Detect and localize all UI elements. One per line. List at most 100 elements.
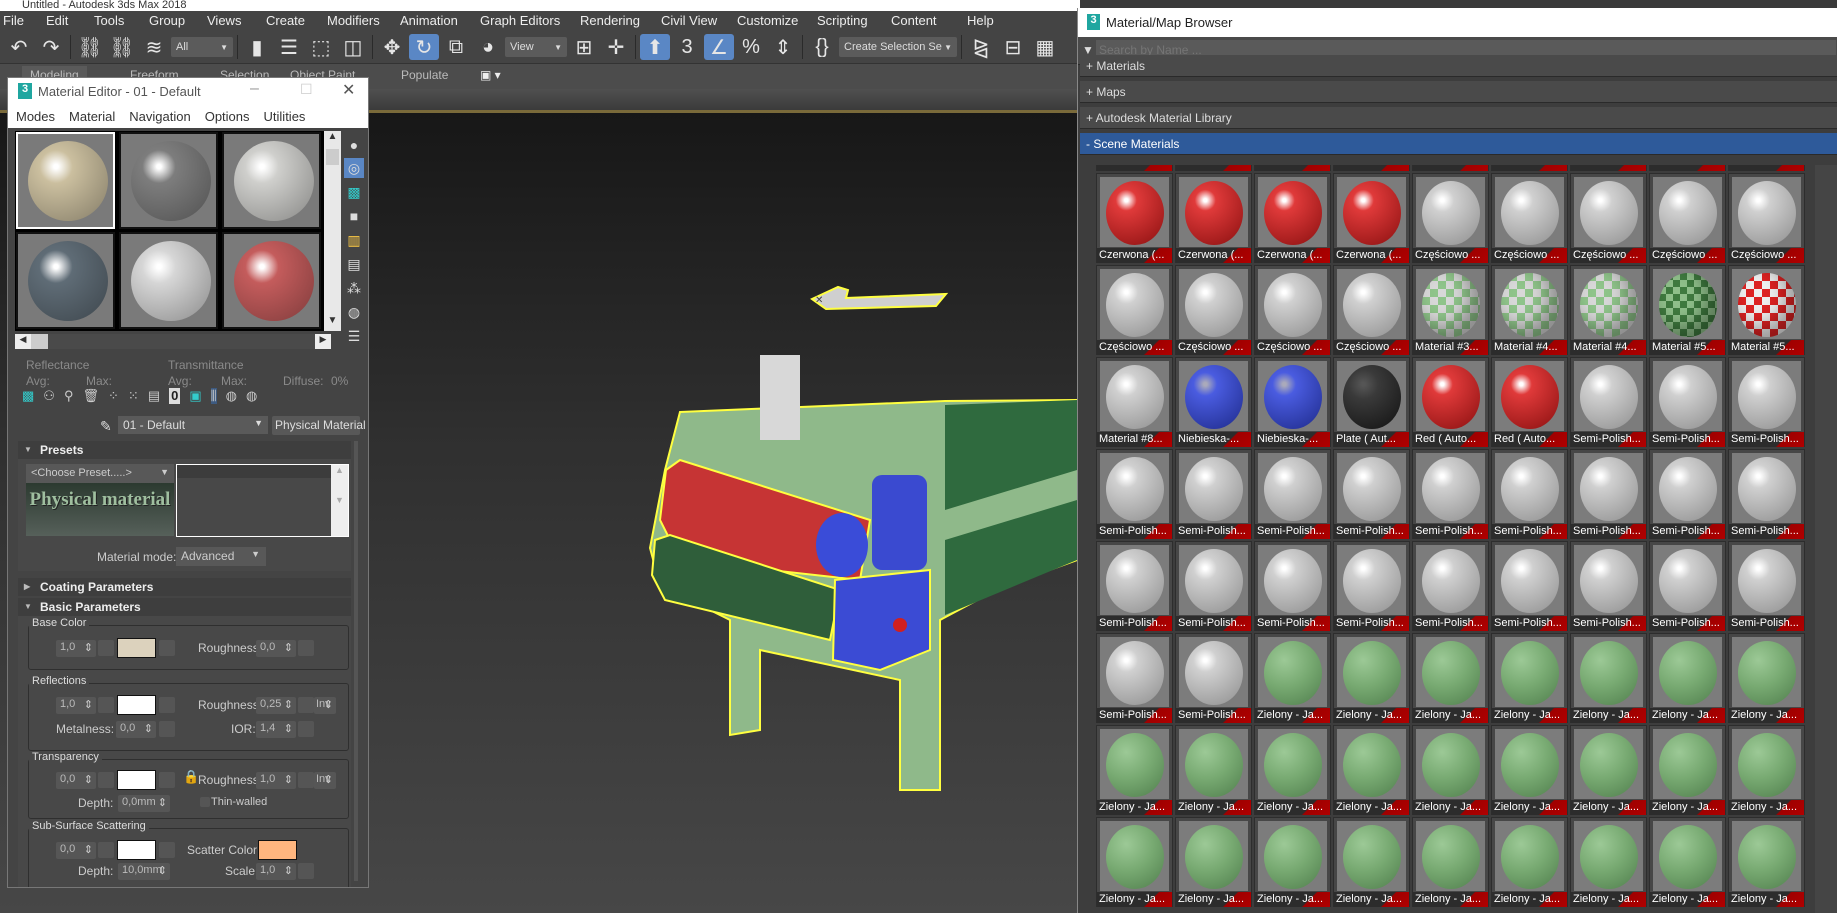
material-tile[interactable]: Zielony - Ja... [1570, 817, 1647, 907]
show-shaded-material-icon[interactable]: ▣ [189, 388, 201, 404]
sss-scale-spinner[interactable]: 1,0 [256, 863, 296, 880]
reflection-weight-spinner[interactable]: 1,0 [56, 697, 96, 714]
choose-preset-dropdown[interactable]: <Choose Preset.....> ▼ [26, 464, 174, 483]
material-tile[interactable]: Zielony - Ja... [1649, 817, 1726, 907]
close-button[interactable]: ✕ [342, 80, 355, 100]
base-roughness-spinner[interactable]: 0,0 [256, 640, 296, 657]
material-tile[interactable]: Zielony - Ja... [1728, 633, 1805, 723]
reflection-color-swatch[interactable] [117, 695, 156, 715]
window-crossing-icon[interactable]: ◫ [338, 34, 368, 60]
scroll-up-icon[interactable]: ▲ [324, 131, 341, 147]
scroll-down-icon[interactable]: ▼ [324, 315, 341, 331]
material-tile[interactable]: Czerwona (... [1096, 173, 1173, 263]
redo-icon[interactable]: ↷ [36, 34, 66, 60]
sss-scale-map-button[interactable] [298, 863, 314, 879]
transparency-roughness-spinner[interactable]: 1,0 [256, 772, 296, 789]
select-by-name-icon[interactable]: ☰ [274, 34, 304, 60]
base-color-map-button[interactable] [159, 640, 175, 656]
select-manipulate-icon[interactable]: ✛ [601, 34, 631, 60]
material-tile[interactable]: Material #4... [1570, 265, 1647, 355]
material-tile[interactable]: Zielony - Ja... [1096, 817, 1173, 907]
material-tile[interactable]: Semi-Polish... [1175, 633, 1252, 723]
backlight-icon[interactable]: ◎ [344, 158, 364, 178]
background-checker-icon[interactable]: ▩ [344, 182, 364, 202]
material-tile[interactable]: Semi-Polish... [1333, 541, 1410, 631]
category-materials[interactable]: + Materials [1080, 55, 1837, 77]
reset-map-icon[interactable]: 🗑 [82, 388, 99, 404]
menu-scripting[interactable]: Scripting [817, 13, 868, 28]
place-icon[interactable]: ◕ [473, 34, 503, 60]
reflection-roughness-invert-toggle[interactable]: Inv [314, 697, 336, 714]
select-by-material-icon[interactable]: ◍ [344, 302, 364, 322]
link-icon[interactable]: ⛓ [75, 34, 105, 60]
sample-slot[interactable] [16, 232, 115, 329]
basic-parameters-rollout-header[interactable]: ▼ Basic Parameters [18, 598, 351, 616]
named-selection-dropdown[interactable]: Create Selection Se ▼ [839, 37, 957, 57]
material-tile[interactable]: Semi-Polish... [1491, 449, 1568, 539]
material-map-navigator-icon[interactable]: ☰ [344, 326, 364, 346]
material-tile[interactable]: Częściowo ... [1728, 173, 1805, 263]
material-tile[interactable]: Zielony - Ja... [1570, 633, 1647, 723]
material-tile[interactable]: Częściowo ... [1096, 265, 1173, 355]
material-tile-partial[interactable] [1254, 165, 1331, 171]
video-color-check-icon[interactable]: ▥ [344, 230, 364, 250]
presets-list-scrollbar[interactable]: ▲ ▼ [331, 465, 348, 536]
sample-slot[interactable] [222, 232, 321, 329]
material-tile[interactable]: Zielony - Ja... [1175, 725, 1252, 815]
material-tile[interactable]: Plate ( Aut... [1333, 357, 1410, 447]
browser-scrollbar[interactable] [1815, 165, 1837, 913]
material-tile[interactable]: Material #5... [1728, 265, 1805, 355]
material-tile[interactable]: Zielony - Ja... [1728, 725, 1805, 815]
material-tile[interactable]: Czerwona (... [1333, 173, 1410, 263]
ref-coord-dropdown[interactable]: View ▼ [505, 37, 567, 57]
scroll-thumb[interactable] [326, 149, 339, 165]
base-weight-map-button[interactable] [98, 640, 114, 656]
undo-icon[interactable]: ↶ [4, 34, 34, 60]
material-tile[interactable]: Częściowo ... [1570, 173, 1647, 263]
lock-icon[interactable]: 🔒 [183, 769, 199, 785]
material-tile[interactable]: Częściowo ... [1649, 173, 1726, 263]
menu-graph-editors[interactable]: Graph Editors [480, 13, 560, 28]
mirror-icon[interactable]: ⧎ [966, 34, 996, 60]
material-tile[interactable]: Zielony - Ja... [1333, 633, 1410, 723]
material-tile[interactable]: Zielony - Ja... [1412, 817, 1489, 907]
make-preview-icon[interactable]: ▤ [344, 254, 364, 274]
sample-slot[interactable] [222, 132, 321, 229]
material-tile[interactable]: Semi-Polish... [1175, 449, 1252, 539]
menu-navigation[interactable]: Navigation [129, 109, 190, 124]
material-tile[interactable]: Czerwona (... [1175, 173, 1252, 263]
material-tile[interactable]: Semi-Polish... [1649, 449, 1726, 539]
material-tile-partial[interactable] [1491, 165, 1568, 171]
material-tile[interactable]: Zielony - Ja... [1333, 817, 1410, 907]
menu-animation[interactable]: Animation [400, 13, 458, 28]
sss-weight-map-button[interactable] [98, 842, 114, 858]
go-forward-sibling-icon[interactable]: ◍ [246, 388, 257, 404]
snaps-toggle-icon[interactable]: 3 [672, 34, 702, 60]
material-tile[interactable]: Semi-Polish... [1254, 449, 1331, 539]
menu-content[interactable]: Content [891, 13, 937, 28]
material-tile[interactable]: Zielony - Ja... [1254, 817, 1331, 907]
angle-snap-icon[interactable]: ∠ [704, 34, 734, 60]
material-tile[interactable]: Zielony - Ja... [1096, 725, 1173, 815]
material-tile[interactable]: Semi-Polish... [1570, 357, 1647, 447]
sss-weight-spinner[interactable]: 0,0 [56, 842, 96, 859]
material-tile[interactable]: Niebieska-... [1254, 357, 1331, 447]
material-mode-dropdown[interactable]: Advanced ▼ [176, 547, 266, 566]
material-tile[interactable]: Semi-Polish... [1649, 357, 1726, 447]
rollout-scrollbar[interactable] [354, 441, 358, 881]
material-type-button[interactable]: Physical Material [272, 416, 366, 435]
material-tile[interactable]: Zielony - Ja... [1570, 725, 1647, 815]
sample-slot[interactable] [16, 132, 115, 229]
material-tile[interactable]: Semi-Polish... [1412, 449, 1489, 539]
material-tile[interactable]: Częściowo ... [1333, 265, 1410, 355]
menu-material[interactable]: Material [69, 109, 115, 124]
sss-color-map-button[interactable] [159, 842, 175, 858]
menu-modifiers[interactable]: Modifiers [327, 13, 380, 28]
base-roughness-map-button[interactable] [298, 640, 314, 656]
sss-depth-spinner[interactable]: 10,0mm [118, 863, 170, 880]
material-tile[interactable]: Material #8... [1096, 357, 1173, 447]
material-tile[interactable]: Semi-Polish... [1728, 357, 1805, 447]
material-tile[interactable]: Semi-Polish... [1096, 449, 1173, 539]
category-autodesk-material-library[interactable]: + Autodesk Material Library [1080, 107, 1837, 129]
sample-type-sphere-icon[interactable]: ● [344, 135, 364, 155]
